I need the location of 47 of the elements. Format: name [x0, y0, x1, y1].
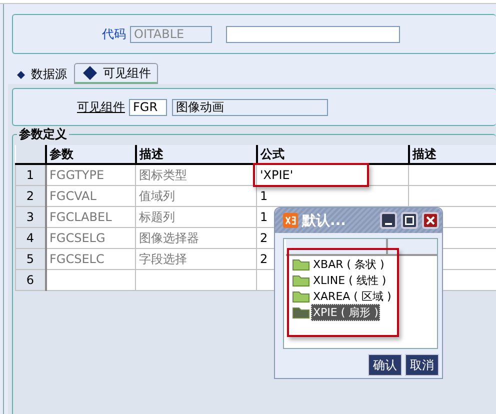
diamond-icon	[83, 66, 97, 80]
row-number: 1	[16, 164, 46, 186]
name-field[interactable]	[226, 26, 400, 42]
close-icon	[426, 216, 435, 225]
row-number: 5	[16, 248, 46, 270]
minimize-button[interactable]	[380, 212, 397, 229]
dialog-button[interactable]: 取消	[405, 354, 439, 376]
folder-icon	[292, 289, 310, 303]
maximize-icon	[405, 216, 414, 225]
dialog-title: 默认...	[302, 212, 347, 230]
minimize-icon	[385, 222, 392, 224]
group-title: 参数定义	[17, 127, 69, 141]
list-item[interactable]: XAREA ( 区域 )	[311, 288, 394, 304]
component-name-field[interactable]: 图像动画	[172, 98, 328, 116]
table-cell: 值域列	[136, 186, 256, 206]
table-cell: FGCVAL	[46, 186, 136, 206]
column-header[interactable]: 描述	[408, 145, 496, 164]
table-cell: 标题列	[136, 206, 256, 228]
table-cell: FGCSELC	[46, 248, 136, 270]
diamond-icon	[17, 70, 25, 78]
component-code-field[interactable]: FGR	[129, 98, 167, 116]
list-item[interactable]: XBAR ( 条状 )	[311, 256, 386, 272]
folder-icon	[292, 273, 310, 287]
folder-icon	[292, 257, 310, 271]
table-cell: FGGTYPE	[46, 164, 136, 186]
table-cell: FGCLABEL	[46, 206, 136, 228]
maximize-button[interactable]	[401, 212, 418, 229]
column-header[interactable]: 描述	[136, 145, 256, 164]
table-cell: FGCSELG	[46, 228, 136, 248]
row-number: 4	[16, 228, 46, 248]
tab[interactable]: 数据源	[8, 65, 74, 84]
table-cell: 字段选择	[136, 248, 256, 270]
dialog-button[interactable]: 确认	[368, 354, 402, 376]
row-number: 3	[16, 206, 46, 228]
tab[interactable]: 可见组件	[74, 63, 158, 84]
table-cell: 图标类型	[136, 164, 256, 186]
column-header[interactable]: 公式	[256, 145, 408, 164]
row-number: 2	[16, 186, 46, 206]
column-header[interactable]: 参数	[46, 145, 136, 164]
code-label: 代码	[102, 26, 126, 42]
row-number: 6	[16, 270, 46, 290]
app-icon	[283, 213, 298, 228]
component-label: 可见组件	[77, 98, 125, 116]
folder-icon	[292, 305, 310, 319]
table-cell: 图像选择器	[136, 228, 256, 248]
close-button[interactable]	[422, 212, 439, 229]
list-item[interactable]: XPIE ( 扇形 )	[311, 304, 380, 320]
